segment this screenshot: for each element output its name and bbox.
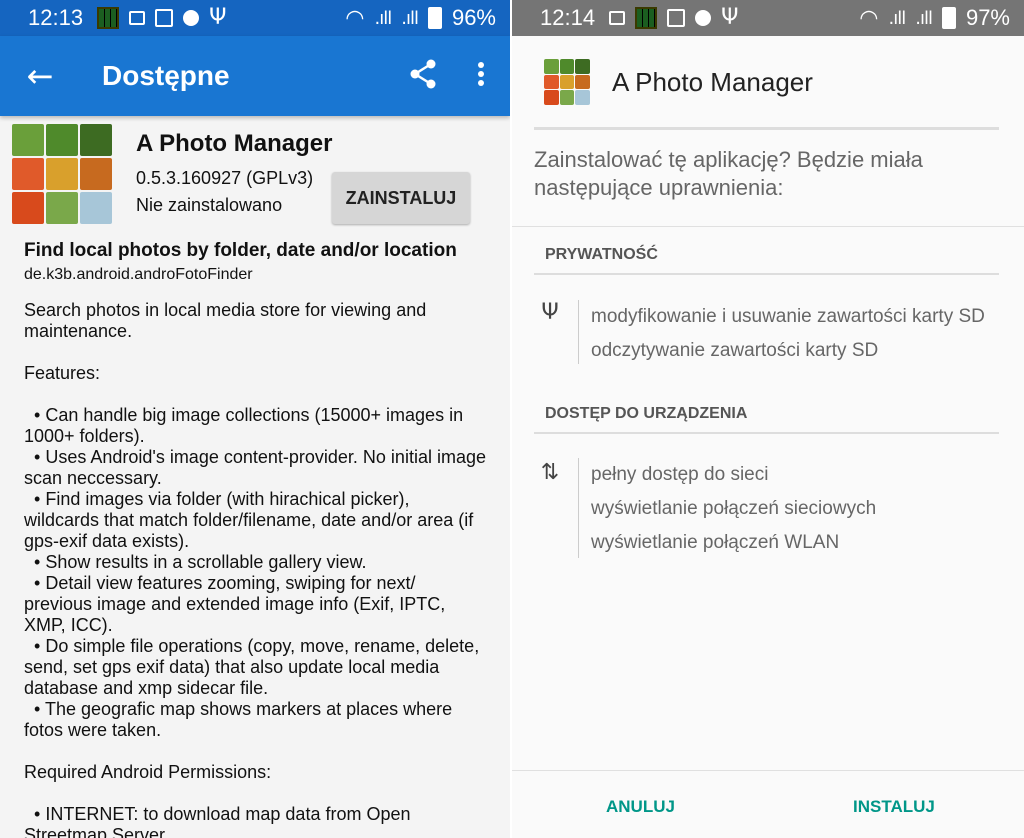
share-icon (410, 59, 436, 89)
section-divider (534, 432, 999, 434)
install-status: Nie zainstalowano (136, 195, 283, 215)
app-icon (12, 124, 112, 224)
permission-item: wyświetlanie połączeń WLAN (591, 532, 840, 553)
app-description: Search photos in local media store for v… (24, 300, 486, 838)
app-icon (544, 59, 590, 105)
usb-icon: Ψ (209, 5, 227, 30)
install-question: Zainstalować tę aplikację? Będzie miała … (534, 147, 923, 200)
status-bar: 12:13 Ψ ◠ .ıll .ıll 96% (0, 0, 510, 36)
bomb-icon (183, 10, 200, 26)
app-detail-content[interactable]: A Photo Manager 0.5.3.160927 (GPLv3) Nie… (0, 116, 510, 838)
app-info: A Photo Manager 0.5.3.160927 (GPLv3) Nie… (136, 124, 332, 234)
install-button[interactable]: INSTALUJ (853, 797, 935, 817)
swap-vert-icon: ⇅ (540, 460, 560, 485)
dialog-title: A Photo Manager (612, 66, 813, 97)
app-bar: ← Dostępne (0, 36, 510, 116)
back-button[interactable]: ← (0, 57, 80, 95)
signal-icon: .ıll (888, 7, 906, 29)
package-name: de.k3b.android.androFotoFinder (24, 266, 253, 283)
store-app-detail-screen: 12:13 Ψ ◠ .ıll .ıll 96% ← Dostępne A Pho… (0, 0, 510, 838)
permission-item: modyfikowanie i usuwanie zawartości kart… (591, 306, 985, 327)
section-divider (534, 273, 999, 275)
equalizer-app-icon (97, 7, 120, 29)
more-vert-icon (478, 62, 484, 86)
bomb-icon (695, 10, 712, 26)
battery-percent: 97% (965, 5, 1010, 30)
dialog-header: A Photo Manager (512, 36, 1024, 128)
section-header-device-access: DOSTĘP DO URZĄDZENIA (545, 405, 748, 422)
battery-icon (427, 7, 442, 29)
header-divider (534, 127, 999, 130)
permission-bar (578, 458, 579, 558)
permission-item: wyświetlanie połączeń sieciowych (591, 498, 877, 519)
permission-bar (578, 300, 579, 364)
usb-icon: Ψ (721, 5, 739, 30)
question-divider (512, 226, 1024, 227)
battery-icon (941, 7, 956, 29)
signal-icon-2: .ıll (401, 7, 419, 29)
permission-item: odczytywanie zawartości karty SD (591, 340, 879, 361)
status-bar: 12:14 Ψ ◠ .ıll .ıll 97% (512, 0, 1024, 36)
app-name: A Photo Manager (136, 130, 333, 157)
status-time: 12:13 (28, 5, 84, 30)
signal-icon-2: .ıll (915, 7, 933, 29)
wifi-icon: ◠ (859, 5, 879, 31)
dialog-button-bar: ANULUJ INSTALUJ (512, 770, 1024, 838)
section-header-privacy: PRYWATNOŚĆ (545, 246, 658, 263)
share-button[interactable] (394, 59, 452, 93)
image-notification-icon (609, 11, 626, 25)
usb-icon: Ψ (541, 300, 559, 325)
install-button[interactable]: ZAINSTALUJ (332, 172, 470, 224)
notification-icons: Ψ (97, 7, 226, 29)
permission-item: pełny dostęp do sieci (591, 464, 769, 485)
overflow-menu-button[interactable] (452, 61, 510, 91)
app-version: 0.5.3.160927 (GPLv3) (136, 168, 314, 188)
image-notification-icon (129, 11, 146, 25)
system-icons: ◠ .ıll .ıll 97% (859, 5, 1010, 31)
page-title: Dostępne (102, 60, 230, 91)
status-time: 12:14 (540, 5, 596, 30)
app-summary: Find local photos by folder, date and/or… (24, 240, 457, 261)
battery-percent: 96% (451, 5, 496, 30)
equalizer-app-icon (635, 7, 658, 29)
calendar-sync-icon (155, 9, 174, 27)
calendar-sync-icon (667, 9, 686, 27)
system-icons: ◠ .ıll .ıll 96% (345, 5, 496, 31)
install-permissions-screen: 12:14 Ψ ◠ .ıll .ıll 97% A Photo Manager … (512, 0, 1024, 838)
arrow-back-icon: ← (26, 57, 54, 95)
wifi-icon: ◠ (345, 5, 365, 31)
notification-icons: Ψ (609, 7, 738, 29)
signal-icon: .ıll (374, 7, 392, 29)
app-header: A Photo Manager 0.5.3.160927 (GPLv3) Nie… (12, 124, 486, 234)
cancel-button[interactable]: ANULUJ (606, 797, 675, 817)
